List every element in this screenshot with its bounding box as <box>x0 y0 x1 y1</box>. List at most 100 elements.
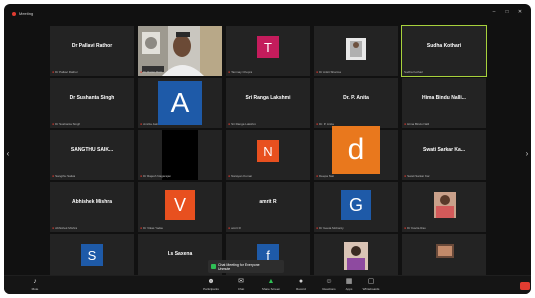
microphone-icon: ♪ <box>33 278 37 285</box>
chat-notification-icon <box>211 264 216 269</box>
app-logo-icon <box>12 11 16 16</box>
participant-tile[interactable]: A ● Amrita Jain <box>138 78 222 128</box>
participant-tile-video[interactable]: ● Dr Ratan Ram <box>138 26 222 76</box>
prev-page-arrow-icon[interactable]: ‹ <box>4 149 12 159</box>
title-bar: Meeting – □ ✕ <box>4 4 531 20</box>
participant-tile[interactable]: T ● Tanmay Chopra <box>226 26 310 76</box>
participant-tile[interactable]: d ● Deepa Nair <box>314 126 398 180</box>
participant-tile[interactable]: Dr Sushanta Singh ● Dr Sushanta Singh <box>50 78 134 128</box>
profile-photo <box>402 182 486 232</box>
participant-label: ● Dr Rajesh Nagarajan <box>140 174 172 178</box>
mic-muted-icon: ● <box>140 226 143 230</box>
participant-tile[interactable]: V ● Dr Vikas Yadav <box>138 182 222 232</box>
mic-muted-icon: ● <box>228 174 231 178</box>
mic-muted-icon: ● <box>316 226 319 230</box>
participant-label: ● Deepa Nair <box>316 174 335 178</box>
participant-label: ● Dr Kavita Rao <box>404 226 426 230</box>
mic-muted-icon: ● <box>140 122 143 126</box>
whiteboards-button[interactable]: ▢ Whiteboards <box>360 278 382 291</box>
next-page-arrow-icon[interactable]: › <box>523 149 531 159</box>
avatar: N <box>257 140 279 162</box>
participant-name: Hima Bindu Nalli... <box>422 95 466 101</box>
participant-name: Dr Sushanta Singh <box>69 95 115 101</box>
mic-muted-icon: ● <box>404 174 407 178</box>
app-title: Meeting <box>12 11 33 16</box>
mic-muted-icon: ● <box>228 70 231 74</box>
participant-tile[interactable]: Dr. P. Anita ● Dr. P. Anita <box>314 78 398 128</box>
participant-label: ● Amrita Jain <box>140 122 159 126</box>
mic-muted-icon: ● <box>316 122 319 126</box>
chat-notification-sub: Unmute <box>218 266 231 271</box>
participant-tile[interactable]: N ● Narayan Kumar <box>226 130 310 180</box>
participant-label: ● Dr Pallavi Rathor <box>52 70 78 74</box>
participant-label: ● amrit R <box>228 226 241 230</box>
participant-label: ● Dr Sushanta Singh <box>52 122 81 126</box>
participant-name: Dr Pallavi Rathor <box>71 43 113 49</box>
apps-icon: ▦ <box>345 278 353 285</box>
participants-button[interactable]: ☻ Participants <box>200 278 222 291</box>
share-screen-icon: ▲ <box>267 278 275 285</box>
participant-name: amrit R <box>259 199 277 205</box>
participant-label: ● Hima Bindu Nalli <box>404 122 430 126</box>
participant-label: ● Dr Ankit Sharma <box>316 70 341 74</box>
participant-label: ● Dr Vikas Yadav <box>140 226 164 230</box>
mic-muted-icon: ● <box>52 70 55 74</box>
mic-muted-icon: ● <box>52 174 55 178</box>
participant-tile[interactable]: amrit R ● amrit R <box>226 182 310 232</box>
participant-tile[interactable]: ● Dr Rajesh Nagarajan <box>138 130 222 180</box>
participant-label: ● Narayan Kumar <box>228 174 253 178</box>
participant-tile[interactable]: Sri Ranga Lakshmi ● Sri Ranga Lakshmi <box>226 78 310 128</box>
reactions-button[interactable]: ☺ Reactions <box>318 278 340 291</box>
participant-name: I.s Saxena <box>167 251 193 257</box>
participant-name: Dr. P. Anita <box>343 95 369 101</box>
mute-button[interactable]: ♪ Mute <box>24 278 46 291</box>
participant-name: SANGTHU SAIK... <box>70 147 114 153</box>
participant-tile[interactable]: ● Dr Ankit Sharma <box>314 26 398 76</box>
participant-tile-active-speaker[interactable]: Sudha Kothari Sudha Kothari <box>401 25 487 77</box>
participant-video <box>138 130 222 180</box>
apps-button[interactable]: ▦ Apps <box>338 278 360 291</box>
avatar: d <box>332 126 380 174</box>
meeting-toolbar: ♪ Mute ☻ Participants ✉ Chat ▲ Share Scr… <box>4 275 531 294</box>
participant-label: ● Dr Geeta Mohanty <box>316 226 344 230</box>
participant-tile[interactable]: Hima Bindu Nalli... ● Hima Bindu Nalli <box>402 78 486 128</box>
mic-muted-icon: ● <box>228 226 231 230</box>
participant-tile[interactable]: Swati Sarkar Ka... ● Swati Sarkar Kar <box>402 130 486 180</box>
mic-muted-icon: ● <box>140 174 143 178</box>
mic-muted-icon: ● <box>52 122 55 126</box>
participants-icon: ☻ <box>207 278 215 285</box>
mic-muted-icon: ● <box>404 226 407 230</box>
minimize-icon[interactable]: – <box>491 9 497 15</box>
record-icon: ● <box>298 278 304 285</box>
participant-tile[interactable]: Dr Pallavi Rathor ● Dr Pallavi Rathor <box>50 26 134 76</box>
participant-name: Sudha Kothari <box>426 43 462 49</box>
mic-muted-icon: ● <box>228 122 231 126</box>
avatar: V <box>165 190 195 220</box>
participant-tile[interactable]: ● Dr Kavita Rao <box>402 182 486 232</box>
mic-muted-icon: ● <box>140 70 143 74</box>
participant-label: Sudha Kothari <box>404 70 424 74</box>
chat-notification[interactable]: Chat Meeting for Everyone Unmute <box>208 260 284 273</box>
profile-photo <box>314 26 398 76</box>
close-icon[interactable]: ✕ <box>517 9 523 15</box>
share-screen-button[interactable]: ▲ Share Screen <box>260 278 282 291</box>
chat-button[interactable]: ✉ Chat <box>230 278 252 291</box>
participant-tile[interactable]: SANGTHU SAIK... ● Sangthu Saikia <box>50 130 134 180</box>
participant-label: ● Sangthu Saikia <box>52 174 76 178</box>
participant-label: ● Swati Sarkar Kar <box>404 174 430 178</box>
reactions-icon: ☺ <box>325 278 333 285</box>
avatar: A <box>158 81 202 125</box>
participant-tile[interactable]: G ● Dr Geeta Mohanty <box>314 182 398 232</box>
end-meeting-button[interactable] <box>520 282 530 290</box>
app-title-text: Meeting <box>19 11 34 16</box>
whiteboard-icon: ▢ <box>367 278 375 285</box>
chat-icon: ✉ <box>238 278 244 285</box>
participant-label: ● Dr Ratan Ram <box>140 70 163 74</box>
mic-muted-icon: ● <box>316 70 319 74</box>
participant-name: Sri Ranga Lakshmi <box>245 95 291 101</box>
maximize-icon[interactable]: □ <box>504 9 510 15</box>
mic-muted-icon: ● <box>52 226 55 230</box>
participant-tile[interactable]: Abhishek Mishra ● Abhishek Mishra <box>50 182 134 232</box>
window-controls: – □ ✕ <box>491 9 523 15</box>
record-button[interactable]: ● Record <box>290 278 312 291</box>
